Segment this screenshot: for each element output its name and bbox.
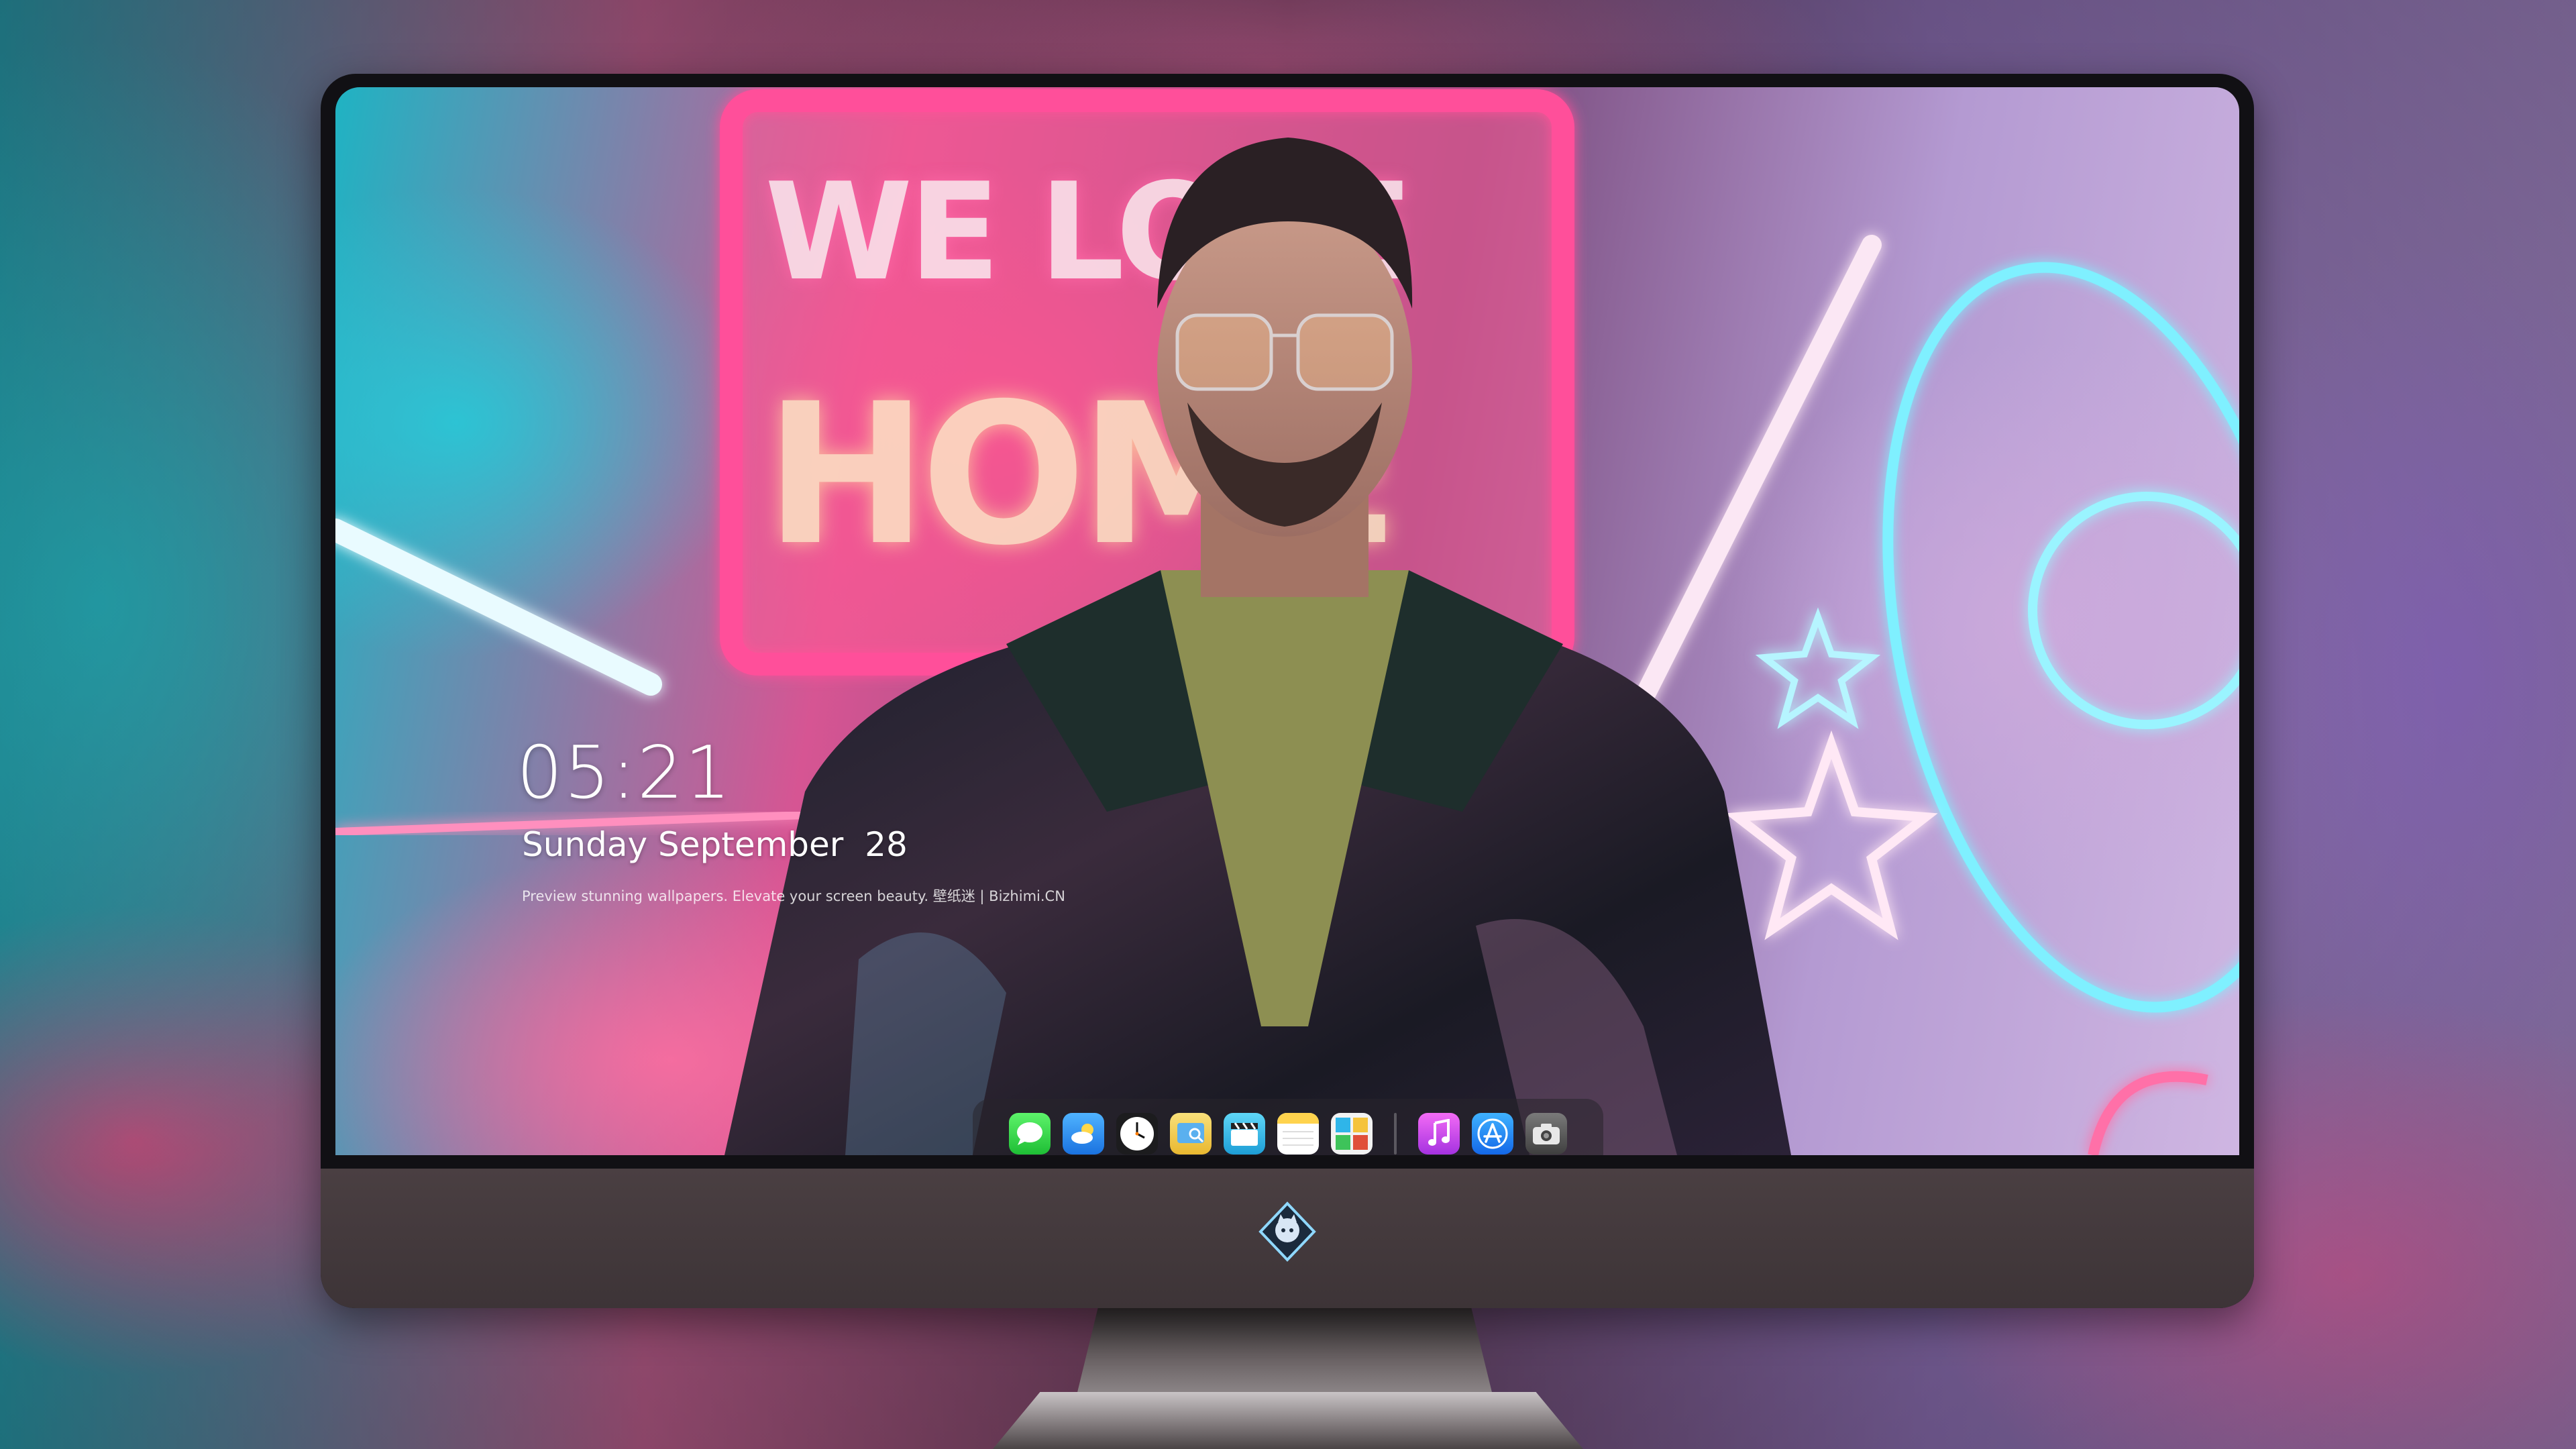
clock-icon[interactable]: [1116, 1113, 1158, 1155]
wallpaper-person: [724, 138, 1791, 1155]
photo-booth-icon[interactable]: [1331, 1113, 1373, 1155]
monitor: WE LOVE HOME 05:21 Sunday September 28 P…: [321, 74, 2254, 1308]
lock-screen-tagline: Preview stunning wallpapers. Elevate you…: [522, 888, 1065, 904]
dock: [973, 1099, 1603, 1155]
messages-icon[interactable]: [1009, 1113, 1051, 1155]
camera-icon[interactable]: [1525, 1113, 1567, 1155]
brand-logo-icon: [1258, 1201, 1316, 1262]
monitor-stand-base: [993, 1392, 1583, 1449]
notes-icon[interactable]: [1277, 1113, 1319, 1155]
app-store-icon[interactable]: [1472, 1113, 1513, 1155]
desktop-screen: WE LOVE HOME 05:21 Sunday September 28 P…: [335, 87, 2239, 1155]
clapperboard-icon[interactable]: [1224, 1113, 1265, 1155]
lock-screen-date: Sunday September 28: [522, 825, 908, 864]
lock-screen-clock: 05:21: [517, 731, 733, 815]
dock-separator: [1394, 1113, 1397, 1155]
preview-icon[interactable]: [1170, 1113, 1212, 1155]
weather-icon[interactable]: [1063, 1113, 1104, 1155]
music-icon[interactable]: [1418, 1113, 1460, 1155]
